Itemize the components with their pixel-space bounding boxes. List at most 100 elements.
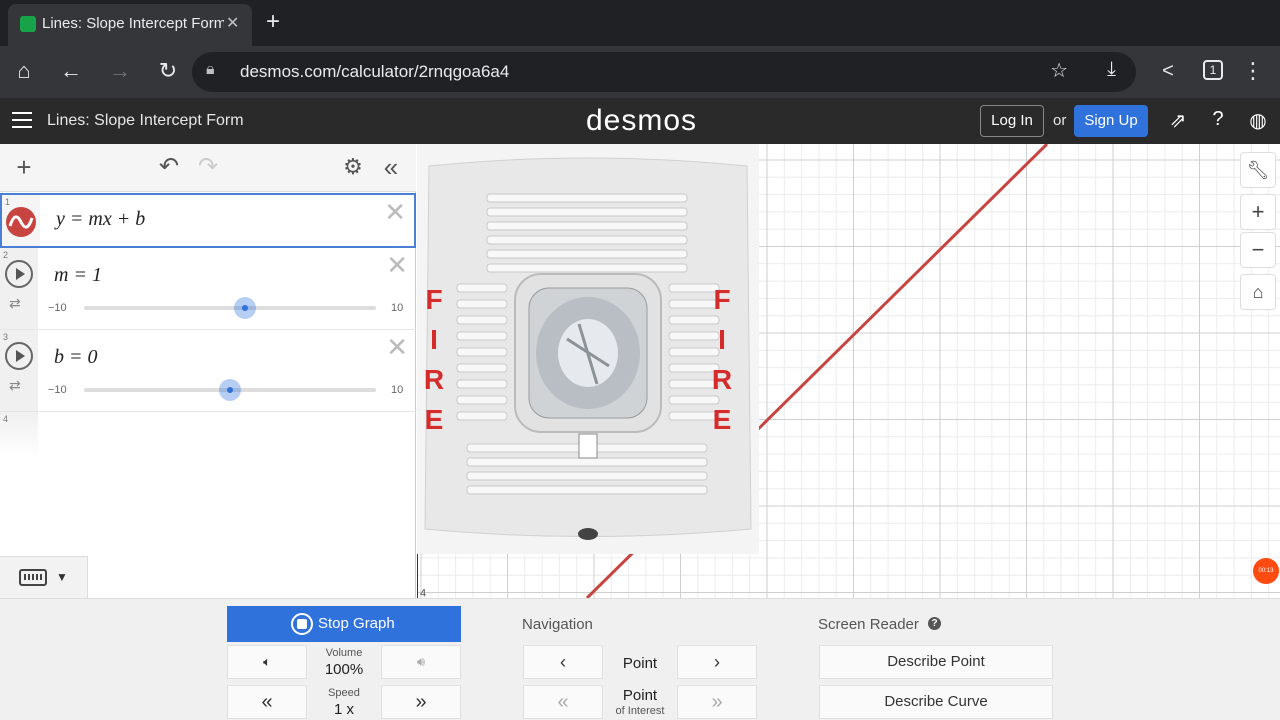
help-question-icon[interactable]: ? — [928, 617, 941, 630]
y-axis-tick-label: 4 — [420, 588, 426, 599]
speed-down-button[interactable]: « — [227, 685, 307, 719]
expression-row[interactable]: 2 ⇄ m = 1 ✕ −10 10 — [0, 248, 416, 330]
graph-paper[interactable]: 141210864 — [417, 144, 1280, 598]
share-graph-icon[interactable]: ⇗ — [1166, 108, 1190, 133]
tab-title: Lines: Slope Intercept Form — [42, 15, 224, 32]
loop-mode-icon[interactable]: ⇄ — [9, 295, 21, 312]
describe-curve-button[interactable]: Describe Curve — [819, 685, 1053, 719]
slider-thumb[interactable] — [219, 379, 241, 401]
slider-thumb[interactable] — [233, 297, 256, 319]
expression-math[interactable]: b = 0 — [54, 346, 98, 369]
next-poi-button[interactable]: » — [677, 685, 757, 719]
play-slider-icon[interactable] — [5, 260, 33, 288]
volume-up-button[interactable]: 🔊︎ — [381, 645, 461, 679]
browser-tab-bar: Lines: Slope Intercept Form ✕ + — [0, 0, 1280, 46]
svg-text:E: E — [425, 404, 444, 435]
svg-text:I: I — [718, 324, 726, 355]
caret-down-icon: ▼ — [56, 570, 68, 584]
row-gutter: 2 ⇄ — [0, 248, 38, 329]
row-number: 3 — [3, 332, 9, 342]
play-slider-icon[interactable] — [5, 342, 33, 370]
screen: Lines: Slope Intercept Form ✕ + ⌂ ← → ↻ … — [0, 0, 1280, 720]
next-point-button[interactable]: › — [677, 645, 757, 679]
speed-value: 1 x — [333, 701, 354, 718]
slider-min-label[interactable]: −10 — [48, 302, 67, 314]
slider-max-label[interactable]: 10 — [391, 302, 403, 314]
back-arrow-icon[interactable]: ← — [56, 56, 86, 86]
undo-icon[interactable]: ↶ — [155, 155, 183, 179]
graph-settings-wrench-icon[interactable]: 🔧︎ — [1240, 152, 1276, 188]
bookmark-star-icon[interactable]: ☆ — [1050, 58, 1068, 83]
expression-row-empty[interactable]: 4 — [0, 412, 416, 458]
poi-sublabel: of Interest — [615, 705, 665, 717]
browser-tab[interactable]: Lines: Slope Intercept Form ✕ — [8, 4, 252, 46]
expression-math[interactable]: y = mx + b — [56, 208, 145, 231]
screen-record-indicator[interactable]: 00:13 — [1253, 558, 1279, 584]
delete-expression-icon[interactable]: ✕ — [384, 199, 406, 225]
help-icon[interactable]: ? — [1206, 108, 1230, 131]
redo-icon[interactable]: ↷ — [194, 155, 222, 179]
svg-text:I: I — [430, 324, 438, 355]
settings-gear-icon[interactable]: ⚙ — [339, 155, 367, 179]
previous-poi-button[interactable]: « — [523, 685, 603, 719]
zoom-in-icon[interactable]: + — [1240, 194, 1276, 230]
expression-toolbar: + ↶ ↷ ⚙ « — [0, 144, 416, 192]
stop-graph-label: Stop Graph — [318, 615, 395, 632]
stop-graph-button[interactable]: Stop Graph — [227, 606, 461, 642]
hamburger-menu-icon[interactable] — [12, 112, 32, 128]
loop-mode-icon[interactable]: ⇄ — [9, 377, 21, 394]
speed-label: Speed — [328, 687, 360, 699]
desmos-logo: desmos — [586, 104, 698, 137]
signup-button[interactable]: Sign Up — [1074, 105, 1148, 137]
describe-point-button[interactable]: Describe Point — [819, 645, 1053, 679]
screen-reader-heading: Screen Reader — [818, 616, 919, 633]
url-text: desmos.com/calculator/2rnqgoa6a4 — [240, 62, 510, 81]
zoom-out-icon[interactable]: − — [1240, 232, 1276, 268]
expression-math[interactable]: m = 1 — [54, 264, 102, 287]
speed-up-button[interactable]: » — [381, 685, 461, 719]
default-viewport-home-icon[interactable]: ⌂ — [1240, 274, 1276, 310]
navigation-heading: Navigation — [522, 616, 593, 633]
previous-point-button[interactable]: ‹ — [523, 645, 603, 679]
keyboard-toggle-button[interactable]: ▼ — [0, 556, 88, 598]
slider-min-label[interactable]: −10 — [48, 384, 67, 396]
expression-list: + ↶ ↷ ⚙ « 1 y = mx + b ✕ 2 ⇄ m = 1 ✕ −10… — [0, 144, 416, 598]
delete-expression-icon[interactable]: ✕ — [386, 252, 408, 278]
reload-icon[interactable]: ↻ — [153, 56, 183, 86]
slider-track[interactable] — [84, 297, 376, 319]
svg-text:R: R — [712, 364, 732, 395]
collapse-list-icon[interactable]: « — [377, 154, 405, 180]
download-icon[interactable]: ⤓ — [1107, 58, 1116, 81]
more-menu-icon[interactable]: ⋮ — [1238, 56, 1268, 86]
share-icon[interactable]: < — [1153, 56, 1183, 86]
svg-text:R: R — [424, 364, 444, 395]
slider-track[interactable] — [84, 379, 376, 401]
language-globe-icon[interactable]: ◍ — [1246, 108, 1270, 133]
tab-count-button[interactable]: 1 — [1203, 60, 1223, 80]
graph-color-icon[interactable] — [5, 206, 37, 238]
svg-text:F: F — [425, 284, 442, 315]
svg-text:E: E — [713, 404, 732, 435]
delete-expression-icon[interactable]: ✕ — [386, 334, 408, 360]
volume-down-button[interactable]: 🔈︎ — [227, 645, 307, 679]
address-bar[interactable]: 🔒︎ desmos.com/calculator/2rnqgoa6a4 ☆ ⤓ — [192, 52, 1136, 92]
slider-max-label[interactable]: 10 — [391, 384, 403, 396]
keyboard-icon — [19, 569, 47, 586]
row-gutter: 3 ⇄ — [0, 330, 38, 411]
add-item-icon[interactable]: + — [10, 154, 38, 180]
point-label: Point — [622, 655, 658, 672]
volume-label: Volume — [325, 647, 363, 659]
login-button[interactable]: Log In — [980, 105, 1044, 137]
forward-arrow-icon[interactable]: → — [105, 56, 135, 86]
or-label: or — [1053, 112, 1067, 129]
audio-trace-panel: Stop Graph 🔈︎ Volume 100% 🔊︎ « Speed 1 x… — [0, 598, 1280, 720]
home-icon[interactable]: ⌂ — [9, 56, 39, 86]
expression-row[interactable]: 1 y = mx + b ✕ — [0, 193, 416, 248]
volume-value: 100% — [324, 661, 364, 678]
new-tab-button[interactable]: + — [266, 8, 280, 36]
expression-row[interactable]: 3 ⇄ b = 0 ✕ −10 10 — [0, 330, 416, 412]
row-number: 4 — [3, 414, 9, 424]
row-number: 2 — [3, 250, 9, 260]
tab-close-icon[interactable]: ✕ — [226, 13, 239, 33]
poi-label: Point — [622, 687, 658, 704]
